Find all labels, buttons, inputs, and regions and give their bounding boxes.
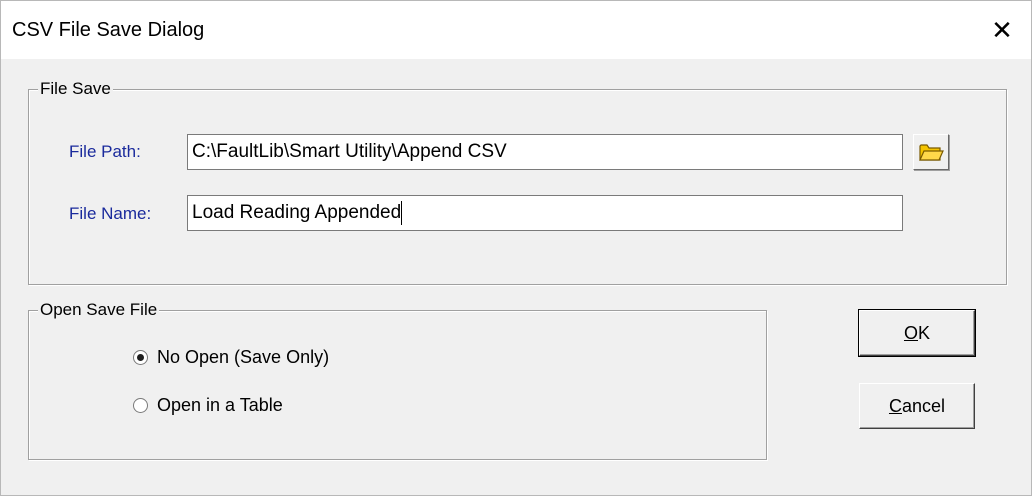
radio-button-unselected[interactable] <box>133 398 148 413</box>
open-save-file-group: Open Save File No Open (Save Only) Open … <box>28 300 767 460</box>
cancel-button[interactable]: Cancel <box>859 383 975 429</box>
cancel-button-label: Cancel <box>889 396 945 417</box>
radio-no-open[interactable]: No Open (Save Only) <box>133 347 329 368</box>
text-caret <box>401 200 403 225</box>
close-button[interactable]: ✕ <box>973 1 1031 59</box>
ok-button-label: OK <box>904 323 930 344</box>
cancel-label-rest: ancel <box>901 395 946 416</box>
file-path-value: C:\FaultLib\Smart Utility\Append CSV <box>192 141 507 162</box>
radio-open-in-table[interactable]: Open in a Table <box>133 395 283 416</box>
browse-folder-button[interactable] <box>913 134 949 170</box>
radio-dot <box>137 354 144 361</box>
file-name-input[interactable]: Load Reading Appended <box>187 195 903 231</box>
file-path-label: File Path: <box>69 142 141 161</box>
window-title: CSV File Save Dialog <box>12 19 205 41</box>
open-save-file-legend: Open Save File <box>38 300 160 320</box>
ok-label-rest: K <box>918 322 931 343</box>
radio-button-selected[interactable] <box>133 350 148 365</box>
folder-icon <box>919 144 944 161</box>
file-name-value: Load Reading Appended <box>192 202 402 223</box>
radio-open-in-table-label: Open in a Table <box>157 395 283 415</box>
file-name-label: File Name: <box>69 204 152 223</box>
close-icon: ✕ <box>991 14 1013 45</box>
radio-no-open-label: No Open (Save Only) <box>157 347 330 367</box>
ok-button[interactable]: OK <box>858 309 976 357</box>
file-path-input[interactable]: C:\FaultLib\Smart Utility\Append CSV <box>187 134 903 170</box>
title-bar[interactable]: CSV File Save Dialog ✕ <box>1 1 1031 59</box>
cancel-accelerator: C <box>888 395 902 416</box>
file-save-group: File Save File Path: C:\FaultLib\Smart U… <box>28 79 1007 285</box>
ok-accelerator: O <box>903 322 918 343</box>
file-save-legend: File Save <box>38 79 113 99</box>
csv-file-save-dialog: CSV File Save Dialog ✕ File Save File Pa… <box>0 0 1032 496</box>
